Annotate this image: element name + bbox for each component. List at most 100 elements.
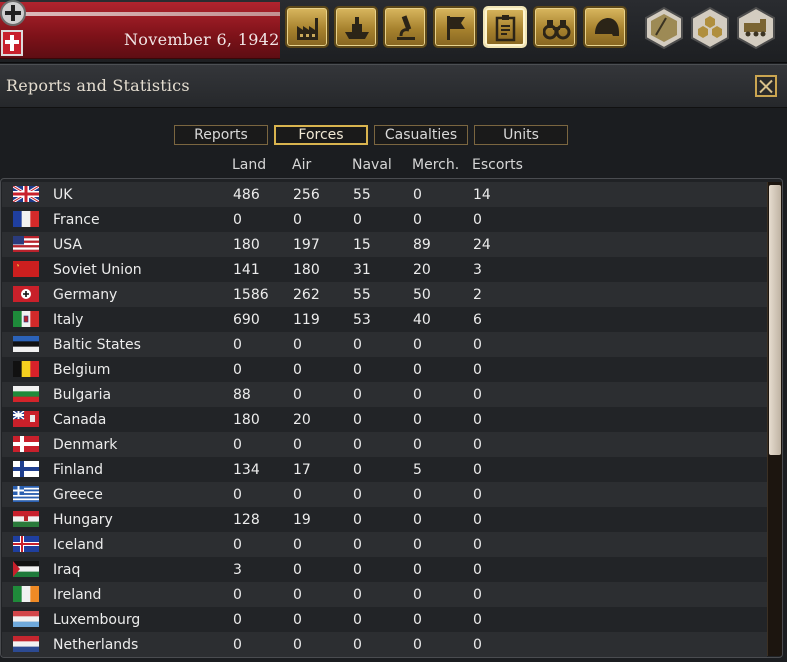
close-button[interactable] — [755, 75, 777, 97]
cell-air: 0 — [293, 212, 302, 228]
country-name: France — [53, 212, 100, 228]
cell-naval: 0 — [353, 437, 362, 453]
table-row[interactable]: Bulgaria 88 0 0 0 0 — [2, 382, 767, 407]
cell-merch: 0 — [413, 537, 422, 553]
tab-reports[interactable]: Reports — [174, 125, 268, 145]
flag-germany-icon — [13, 286, 39, 302]
cell-escorts: 6 — [473, 312, 482, 328]
resource-hex-icon[interactable] — [688, 6, 732, 50]
terrain-hex-icon[interactable] — [642, 6, 686, 50]
table-row[interactable]: Baltic States 0 0 0 0 0 — [2, 332, 767, 357]
cell-merch: 50 — [413, 287, 431, 303]
country-name: Finland — [53, 462, 104, 478]
cell-merch: 20 — [413, 262, 431, 278]
cell-land: 0 — [233, 587, 242, 603]
cell-escorts: 0 — [473, 587, 482, 603]
country-name: USA — [53, 237, 82, 253]
cell-naval: 0 — [353, 512, 362, 528]
cell-air: 256 — [293, 187, 320, 203]
diplomacy-button[interactable] — [433, 6, 477, 48]
naval-button[interactable] — [334, 6, 378, 48]
cell-escorts: 0 — [473, 212, 482, 228]
nation-shield-icon[interactable] — [1, 30, 23, 56]
country-name: Iraq — [53, 562, 81, 578]
supply-train-icon[interactable] — [734, 6, 778, 50]
reports-button[interactable] — [483, 6, 527, 48]
cell-merch: 0 — [413, 437, 422, 453]
army-button[interactable] — [583, 6, 627, 48]
cell-land: 88 — [233, 387, 251, 403]
cell-air: 17 — [293, 462, 311, 478]
cell-merch: 0 — [413, 587, 422, 603]
cell-naval: 0 — [353, 362, 362, 378]
table-row[interactable]: Canada 180 20 0 0 0 — [2, 407, 767, 432]
table-row[interactable]: Denmark 0 0 0 0 0 — [2, 432, 767, 457]
iron-cross-emblem-icon[interactable] — [0, 0, 26, 26]
table-row[interactable]: Luxembourg 0 0 0 0 0 — [2, 607, 767, 632]
ship-icon — [345, 17, 369, 39]
cell-naval: 0 — [353, 462, 362, 478]
cell-naval: 15 — [353, 237, 371, 253]
panel-title: Reports and Statistics — [6, 76, 190, 95]
cell-land: 0 — [233, 487, 242, 503]
flag-usa-icon — [13, 236, 39, 252]
column-header-merch[interactable]: Merch. — [412, 157, 459, 173]
intelligence-button[interactable] — [533, 6, 577, 48]
column-header-escorts[interactable]: Escorts — [472, 157, 523, 173]
flag-iceland-icon — [13, 536, 39, 552]
cell-escorts: 0 — [473, 387, 482, 403]
table-row[interactable]: Belgium 0 0 0 0 0 — [2, 357, 767, 382]
cell-air: 0 — [293, 587, 302, 603]
column-header-land[interactable]: Land — [232, 157, 266, 173]
cell-merch: 0 — [413, 412, 422, 428]
table-row[interactable]: UK 486 256 55 0 14 — [2, 182, 767, 207]
cell-land: 180 — [233, 237, 260, 253]
cell-escorts: 0 — [473, 562, 482, 578]
cell-air: 0 — [293, 337, 302, 353]
cell-escorts: 0 — [473, 437, 482, 453]
binoculars-icon — [543, 20, 571, 40]
cell-naval: 0 — [353, 637, 362, 653]
table-row[interactable]: Germany 1586 262 55 50 2 — [2, 282, 767, 307]
cell-land: 180 — [233, 412, 260, 428]
flag-greece-icon — [13, 486, 39, 502]
cell-naval: 0 — [353, 587, 362, 603]
scrollbar-thumb[interactable] — [769, 185, 781, 455]
table-row[interactable]: Italy 690 119 53 40 6 — [2, 307, 767, 332]
table-row[interactable]: France 0 0 0 0 0 — [2, 207, 767, 232]
tab-forces[interactable]: Forces — [274, 125, 368, 145]
table-row[interactable]: Soviet Union 141 180 31 20 3 — [2, 257, 767, 282]
flag-belgium-icon — [13, 361, 39, 377]
cell-air: 262 — [293, 287, 320, 303]
research-button[interactable] — [383, 6, 427, 48]
table-row[interactable]: Finland 134 17 0 5 0 — [2, 457, 767, 482]
cell-escorts: 0 — [473, 512, 482, 528]
flag-soviet-icon — [13, 261, 39, 277]
factory-icon — [297, 18, 318, 40]
cell-land: 3 — [233, 562, 242, 578]
cell-merch: 0 — [413, 487, 422, 503]
table-row[interactable]: Greece 0 0 0 0 0 — [2, 482, 767, 507]
cell-air: 20 — [293, 412, 311, 428]
flag-france-icon — [13, 211, 39, 227]
table-row[interactable]: Iraq 3 0 0 0 0 — [2, 557, 767, 582]
tab-units[interactable]: Units — [474, 125, 568, 145]
cell-naval: 53 — [353, 312, 371, 328]
scrollbar-track[interactable] — [767, 182, 782, 656]
cell-escorts: 0 — [473, 362, 482, 378]
table-row[interactable]: USA 180 197 15 89 24 — [2, 232, 767, 257]
flag-denmark-icon — [13, 436, 39, 452]
cell-land: 0 — [233, 537, 242, 553]
cell-merch: 0 — [413, 612, 422, 628]
production-button[interactable] — [285, 6, 329, 48]
table-row[interactable]: Hungary 128 19 0 0 0 — [2, 507, 767, 532]
column-header-naval[interactable]: Naval — [352, 157, 392, 173]
column-header-air[interactable]: Air — [292, 157, 311, 173]
cell-merch: 0 — [413, 362, 422, 378]
cell-escorts: 0 — [473, 612, 482, 628]
table-row[interactable]: Netherlands 0 0 0 0 0 — [2, 632, 767, 657]
table-row[interactable]: Iceland 0 0 0 0 0 — [2, 532, 767, 557]
cell-land: 690 — [233, 312, 260, 328]
tab-casualties[interactable]: Casualties — [374, 125, 468, 145]
table-row[interactable]: Ireland 0 0 0 0 0 — [2, 582, 767, 607]
